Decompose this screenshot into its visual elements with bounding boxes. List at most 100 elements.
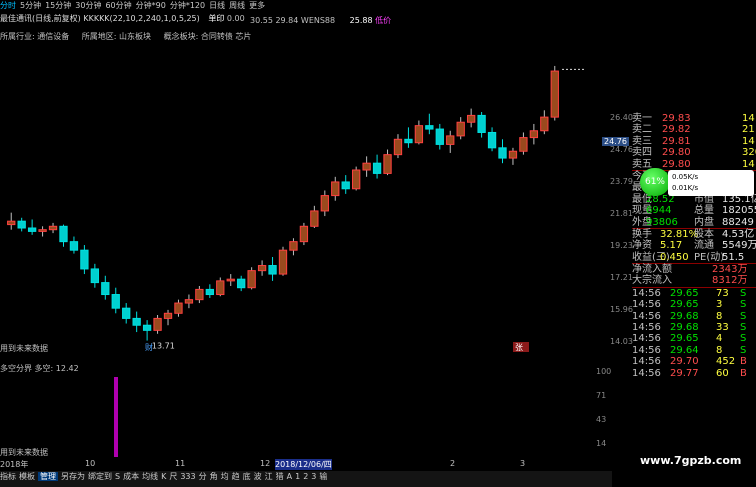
candle-21[interactable] (226, 278, 235, 282)
candle-44[interactable] (466, 114, 476, 123)
header-value-2: 29.84 (275, 16, 299, 25)
candle-5[interactable] (59, 225, 68, 243)
candle-6[interactable] (69, 241, 79, 251)
candle-18[interactable] (195, 288, 204, 301)
candle-11[interactable] (122, 307, 131, 319)
candle-28[interactable] (299, 225, 309, 243)
candle-31[interactable] (331, 181, 340, 197)
candle-23[interactable] (247, 270, 256, 289)
candle-49[interactable] (519, 137, 528, 152)
toolbar-button-6[interactable]: 成本 (123, 472, 139, 481)
candle-41[interactable] (435, 128, 444, 145)
candle-17[interactable] (184, 299, 194, 304)
tab-6[interactable]: 分钟*120 (170, 1, 205, 10)
toolbar-button-9[interactable]: 尺 (169, 472, 177, 481)
candle-4[interactable] (48, 225, 58, 231)
candle-10[interactable] (111, 294, 120, 309)
stat-value-2: 88249 (722, 216, 754, 228)
tab-4[interactable]: 60分钟 (105, 1, 131, 10)
toolbar-button-0[interactable]: 指标 (0, 472, 16, 481)
candle-19[interactable] (205, 288, 214, 296)
candle-37[interactable] (393, 138, 403, 156)
candle-1[interactable] (17, 220, 26, 229)
candle-43[interactable] (456, 121, 465, 137)
tab-0[interactable]: 分时 (0, 1, 16, 10)
candle-29[interactable] (310, 210, 319, 227)
tab-5[interactable]: 分钟*90 (136, 1, 166, 10)
candle-39[interactable] (414, 125, 424, 144)
stat-value-2: 182055 (722, 205, 756, 217)
toolbar-button-19[interactable]: A (287, 472, 292, 481)
candle-22[interactable] (237, 278, 246, 289)
toolbar-button-8[interactable]: K (161, 472, 166, 481)
tab-1[interactable]: 5分钟 (20, 1, 41, 10)
candle-25[interactable] (268, 265, 277, 275)
event-marker[interactable]: 财 (145, 342, 153, 352)
candle-36[interactable] (383, 154, 392, 174)
candle-16[interactable] (174, 302, 183, 314)
candle-15[interactable] (163, 312, 173, 319)
candle-35[interactable] (372, 162, 382, 174)
candle-20[interactable] (216, 280, 225, 296)
candle-12[interactable] (132, 317, 141, 326)
percent-badge[interactable]: 61% (640, 168, 670, 196)
toolbar-button-7[interactable]: 均线 (142, 472, 158, 481)
candle-14[interactable] (153, 317, 162, 331)
toolbar-button-21[interactable]: 2 (303, 472, 308, 481)
candle-38[interactable] (404, 138, 413, 144)
candle-9[interactable] (101, 282, 110, 296)
candle-42[interactable] (446, 135, 455, 145)
candle-0[interactable] (7, 220, 16, 226)
candle-30[interactable] (320, 195, 329, 212)
toolbar-button-23[interactable]: 输 (319, 472, 327, 481)
header-value-5: 低价 (375, 16, 392, 25)
tab-9[interactable]: 更多 (249, 1, 265, 10)
candle-8[interactable] (90, 268, 100, 284)
candle-47[interactable] (498, 147, 507, 159)
tab-2[interactable]: 15分钟 (45, 1, 71, 10)
candle-48[interactable] (508, 150, 518, 159)
candle-46[interactable] (487, 131, 497, 149)
toolbar-button-11[interactable]: 分 (199, 472, 207, 481)
tick-volume: 4 (716, 333, 723, 345)
toolbar-button-3[interactable]: 另存为 (61, 472, 85, 481)
candle-27[interactable] (289, 241, 298, 251)
concept-label: 概念板块: (163, 32, 199, 41)
candle-52[interactable] (550, 70, 559, 118)
toolbar-button-20[interactable]: 1 (295, 472, 300, 481)
toolbar-button-10[interactable]: 333 (180, 472, 195, 481)
toolbar-button-16[interactable]: 波 (254, 472, 262, 481)
ask-price: 29.83 (662, 113, 691, 124)
tick-price: 29.70 (670, 356, 699, 368)
toolbar-button-13[interactable]: 均 (221, 472, 229, 481)
toolbar-button-22[interactable]: 3 (311, 472, 316, 481)
toolbar-button-1[interactable]: 模板 (19, 472, 35, 481)
tab-3[interactable]: 30分钟 (75, 1, 101, 10)
tab-8[interactable]: 周线 (229, 1, 245, 10)
indicator-chart[interactable]: 100 71 43 14 (0, 362, 612, 457)
candle-34[interactable] (362, 162, 371, 171)
candle-7[interactable] (80, 249, 89, 270)
toolbar-button-5[interactable]: S (115, 472, 120, 481)
candle-33[interactable] (352, 169, 361, 190)
candle-45[interactable] (477, 114, 486, 133)
tab-7[interactable]: 日线 (209, 1, 225, 10)
candle-51[interactable] (540, 116, 549, 132)
candle-2[interactable] (27, 227, 37, 232)
date-axis: 2018年 10 11 12 2018/12/06/四 2 3 (0, 459, 612, 471)
candle-3[interactable] (38, 229, 47, 232)
candle-26[interactable] (278, 249, 288, 275)
toolbar-button-4[interactable]: 绑定到 (88, 472, 112, 481)
toolbar-button-17[interactable]: 江 (265, 472, 273, 481)
candle-40[interactable] (425, 125, 434, 130)
toolbar-button-15[interactable]: 底 (243, 472, 251, 481)
candle-32[interactable] (341, 181, 350, 190)
toolbar-button-2[interactable]: 管理 (38, 472, 58, 481)
toolbar-button-18[interactable]: 猎 (276, 472, 284, 481)
candlestick-chart[interactable]: 13.71财 张 (0, 42, 612, 352)
toolbar-button-12[interactable]: 角 (210, 472, 218, 481)
toolbar-button-14[interactable]: 趋 (232, 472, 240, 481)
candle-24[interactable] (257, 265, 267, 272)
candle-13[interactable] (142, 324, 152, 331)
candle-50[interactable] (529, 130, 539, 139)
